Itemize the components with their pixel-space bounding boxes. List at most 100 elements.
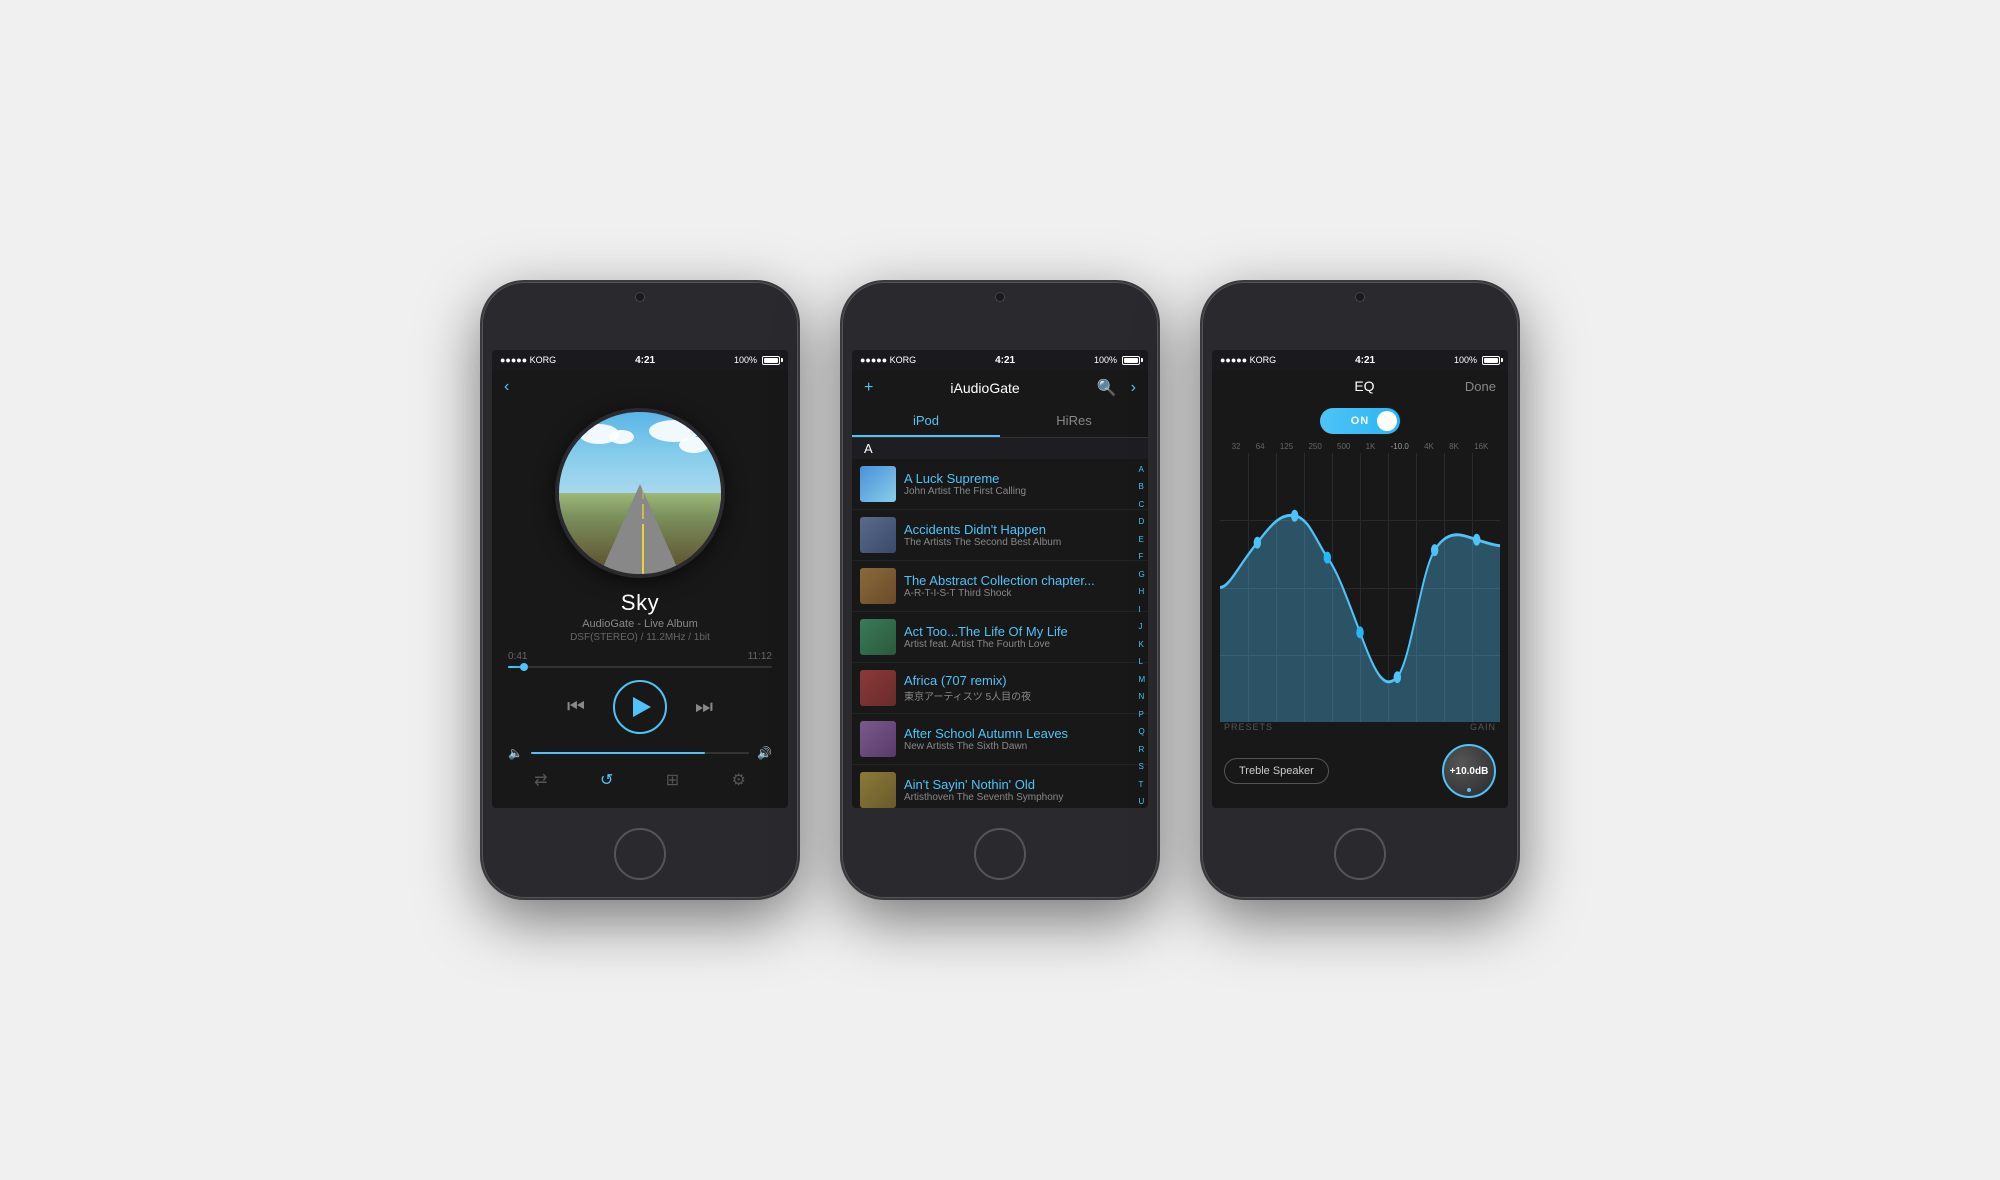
volume-up-left-button-3[interactable]	[1200, 542, 1202, 582]
home-button-2[interactable]	[974, 828, 1026, 880]
progress-container: 0:41 11:12	[492, 647, 788, 672]
bottom-controls: ⇄ ↺ ⊞ ⚙	[492, 764, 788, 800]
alpha-d[interactable]: D	[1138, 518, 1146, 526]
alpha-u[interactable]: U	[1138, 798, 1146, 806]
volume-down-button[interactable]	[480, 492, 482, 532]
alpha-t[interactable]: T	[1138, 781, 1146, 789]
gain-knob-container: +10.0dB	[1442, 744, 1496, 798]
alpha-b[interactable]: B	[1138, 483, 1146, 491]
back-button[interactable]: ‹	[504, 378, 509, 396]
volume-up-left-button-2[interactable]	[840, 542, 842, 582]
track-sub: The Artists The Second Best Album	[904, 537, 1136, 548]
alpha-f[interactable]: F	[1138, 553, 1146, 561]
battery-icon-3	[1482, 356, 1500, 365]
play-button[interactable]	[613, 680, 667, 734]
alpha-m[interactable]: M	[1138, 676, 1146, 684]
cloud-2	[609, 430, 634, 444]
volume-bar[interactable]	[531, 752, 749, 754]
tab-hires[interactable]: HiRes	[1000, 406, 1148, 437]
alpha-c[interactable]: C	[1138, 501, 1146, 509]
list-item[interactable]: The Abstract Collection chapter... A-R-T…	[852, 561, 1148, 612]
time-current: 0:41	[508, 651, 527, 662]
eq-point-1	[1254, 537, 1261, 549]
alpha-p[interactable]: P	[1138, 711, 1146, 719]
alpha-a[interactable]: A	[1138, 466, 1146, 474]
list-item[interactable]: Ain't Sayin' Nothin' Old Artisthoven The…	[852, 765, 1148, 808]
freq-8k: 8K	[1449, 442, 1459, 451]
cloud-4	[679, 437, 709, 453]
home-button-1[interactable]	[614, 828, 666, 880]
library-screen: ●●●●● KORG 4:21 100% + iAudioGate 🔍 › iP…	[852, 350, 1148, 808]
freq-250: 250	[1308, 442, 1321, 451]
track-title: Accidents Didn't Happen	[904, 522, 1136, 537]
forward-button[interactable]: ›	[1131, 379, 1136, 397]
preset-button[interactable]: Treble Speaker	[1224, 758, 1329, 784]
alpha-l[interactable]: L	[1138, 658, 1146, 666]
song-album: AudioGate - Live Album	[508, 618, 772, 630]
volume-bar-fill	[531, 752, 705, 754]
fastforward-button[interactable]: ⏭	[695, 696, 713, 719]
song-list: A Luck Supreme John Artist The First Cal…	[852, 459, 1148, 808]
gain-value: +10.0dB	[1450, 766, 1489, 777]
track-title: After School Autumn Leaves	[904, 726, 1136, 741]
mute-button-3[interactable]	[1200, 442, 1202, 482]
grid-button[interactable]: ⊞	[666, 770, 679, 790]
road	[600, 484, 680, 574]
track-thumb	[860, 772, 896, 808]
eq-chart[interactable]	[1220, 453, 1500, 722]
progress-bar[interactable]	[508, 666, 772, 668]
battery-status-3: 100%	[1454, 355, 1500, 365]
track-sub: Artisthoven The Seventh Symphony	[904, 792, 1136, 803]
repeat-button[interactable]: ↺	[600, 770, 613, 790]
done-button[interactable]: Done	[1465, 379, 1496, 394]
list-item[interactable]: Act Too...The Life Of My Life Artist fea…	[852, 612, 1148, 663]
track-info: The Abstract Collection chapter... A-R-T…	[904, 573, 1136, 599]
search-button[interactable]: 🔍	[1097, 378, 1117, 398]
power-button[interactable]	[798, 422, 800, 482]
tab-ipod[interactable]: iPod	[852, 406, 1000, 437]
alpha-r[interactable]: R	[1138, 746, 1146, 754]
alpha-j[interactable]: J	[1138, 623, 1146, 631]
battery-icon	[762, 356, 780, 365]
freq-32: 32	[1232, 442, 1241, 451]
mute-button[interactable]	[480, 442, 482, 482]
playback-controls: ⏮ ⏭	[492, 672, 788, 742]
alpha-h[interactable]: H	[1138, 588, 1146, 596]
mute-button-2[interactable]	[840, 442, 842, 482]
settings-button[interactable]: ⚙	[731, 770, 745, 790]
freq-4k: 4K	[1424, 442, 1434, 451]
eq-on-toggle[interactable]: ON	[1320, 408, 1400, 434]
eq-bottom-controls: Treble Speaker +10.0dB	[1212, 736, 1508, 808]
player-navbar: ‹	[492, 370, 788, 404]
track-info: Act Too...The Life Of My Life Artist fea…	[904, 624, 1136, 650]
shuffle-button[interactable]: ⇄	[534, 770, 547, 790]
volume-up-button[interactable]	[798, 502, 800, 562]
power-button-3[interactable]	[1518, 422, 1520, 482]
list-item[interactable]: A Luck Supreme John Artist The First Cal…	[852, 459, 1148, 510]
alpha-k[interactable]: K	[1138, 641, 1146, 649]
alpha-e[interactable]: E	[1138, 536, 1146, 544]
home-button-3[interactable]	[1334, 828, 1386, 880]
alpha-g[interactable]: G	[1138, 571, 1146, 579]
eq-content: EQ Done ON 32 64 125 250 500 1K -10.0 4K	[1212, 370, 1508, 808]
power-button-2[interactable]	[1158, 422, 1160, 482]
freq-1k: 1K	[1366, 442, 1376, 451]
alpha-n[interactable]: N	[1138, 693, 1146, 701]
time-total: 11:12	[748, 651, 772, 662]
list-item[interactable]: Accidents Didn't Happen The Artists The …	[852, 510, 1148, 561]
volume-down-button-3[interactable]	[1200, 492, 1202, 532]
eq-point-4	[1356, 626, 1363, 638]
rewind-button[interactable]: ⏮	[567, 696, 585, 719]
eq-toggle-container: ON	[1212, 402, 1508, 440]
album-art	[555, 408, 725, 578]
gain-knob[interactable]: +10.0dB	[1442, 744, 1496, 798]
volume-down-button-2[interactable]	[840, 492, 842, 532]
alpha-q[interactable]: Q	[1138, 728, 1146, 736]
add-button[interactable]: +	[864, 379, 873, 397]
alpha-i[interactable]: I	[1138, 606, 1146, 614]
volume-up-left-button[interactable]	[480, 542, 482, 582]
list-item[interactable]: Africa (707 remix) 東京アーティスツ 5人目の夜	[852, 663, 1148, 714]
list-item[interactable]: After School Autumn Leaves New Artists T…	[852, 714, 1148, 765]
track-info: After School Autumn Leaves New Artists T…	[904, 726, 1136, 752]
alpha-s[interactable]: S	[1138, 763, 1146, 771]
